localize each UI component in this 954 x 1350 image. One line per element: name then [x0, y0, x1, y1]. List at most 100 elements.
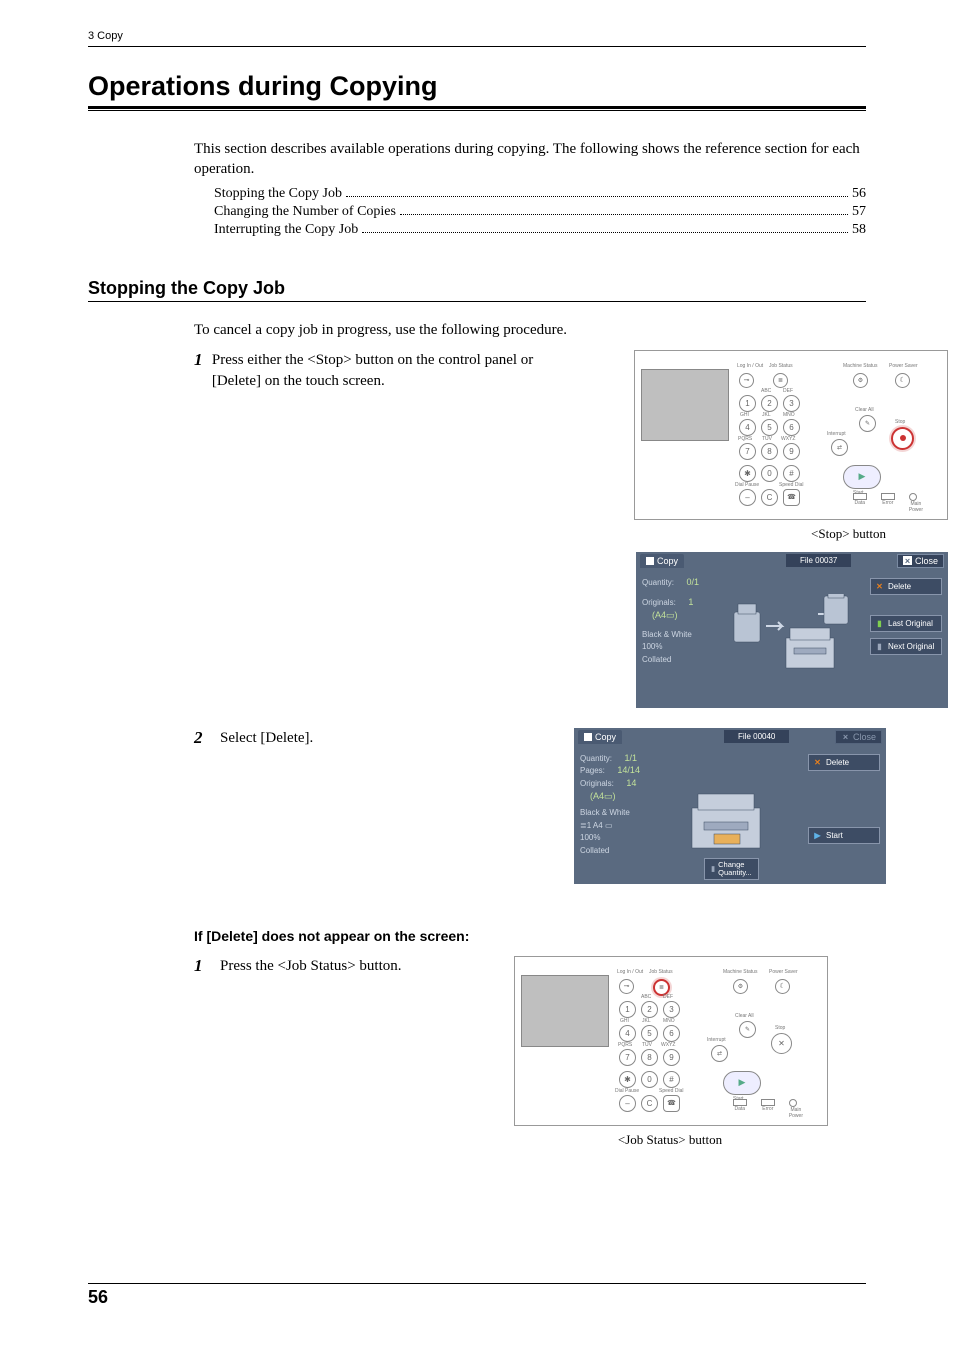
step-number: 1 [194, 956, 220, 977]
stop-button[interactable]: ✕ [771, 1033, 792, 1054]
keypad-star[interactable]: ✱ [739, 465, 756, 482]
ts-close-button[interactable]: × Close [897, 554, 944, 568]
keypad-9[interactable]: 9 [783, 443, 800, 460]
toc-title: Stopping the Copy Job [194, 186, 342, 202]
keypad-hash[interactable]: # [783, 465, 800, 482]
ts-delete-button[interactable]: ✕ Delete [808, 754, 880, 771]
led-error-label: Error [881, 500, 895, 506]
clear-button[interactable]: C [761, 489, 778, 506]
stop-button[interactable] [891, 427, 914, 450]
key-icon: ⊸ [744, 376, 750, 384]
keypad-2[interactable]: 2 [641, 1001, 658, 1018]
stop-label: Stop [775, 1025, 785, 1031]
keypad-9[interactable]: 9 [663, 1049, 680, 1066]
broom-icon: ✎ [745, 1026, 750, 1033]
ts-left-status: Quantity: 1/1 Pages: 14/14 Originals: 14… [580, 752, 640, 857]
subsection-rule [88, 301, 866, 302]
ts-last-original-button[interactable]: ▮ Last Original [870, 615, 942, 632]
interrupt-icon: ⇄ [837, 444, 842, 451]
keypad-star[interactable]: ✱ [619, 1071, 636, 1088]
toc-page: 57 [852, 204, 866, 220]
copy-icon [584, 733, 592, 741]
key-sublabel: GHI [740, 412, 749, 418]
keypad-6[interactable]: 6 [663, 1025, 680, 1042]
keypad-3[interactable]: 3 [783, 395, 800, 412]
stop-icon [900, 435, 906, 441]
touchscreen-figure-1: Copy File 00037 × Close Quantity: 0/1 Or… [636, 552, 948, 708]
keypad-1[interactable]: 1 [619, 1001, 636, 1018]
clearall-button[interactable]: ✎ [739, 1021, 756, 1038]
page-icon: ▮ [711, 865, 715, 873]
dialpause-label: Dial Pause [615, 1088, 639, 1094]
ts-change-quantity-button[interactable]: ▮ Change Quantity... [704, 858, 759, 880]
clear-button[interactable]: C [641, 1095, 658, 1112]
dialpause-button[interactable]: – [619, 1095, 636, 1112]
step-number: 1 [194, 350, 212, 392]
ts-btn-label: Delete [888, 582, 911, 591]
interrupt-label: Interrupt [827, 431, 846, 437]
x-icon: ✕ [813, 758, 822, 767]
keypad-3[interactable]: 3 [663, 1001, 680, 1018]
power-button[interactable]: ☾ [775, 979, 790, 994]
ts-file-label: File 00037 [786, 554, 851, 567]
speeddial-button[interactable]: ☎ [663, 1095, 680, 1112]
page-icon: ▮ [875, 642, 884, 651]
start-button[interactable]: ▶ [723, 1071, 761, 1095]
control-panel-figure-2: Log In / Out ⊸ Job Status ≣ Machine Stat… [514, 956, 828, 1126]
play-icon: ▶ [813, 831, 822, 840]
keypad-hash[interactable]: # [663, 1071, 680, 1088]
ts-close-label: Close [853, 732, 876, 742]
ts-start-button[interactable]: ▶ Start [808, 827, 880, 844]
keypad-5[interactable]: 5 [641, 1025, 658, 1042]
keypad-4[interactable]: 4 [619, 1025, 636, 1042]
ts-close-button: × Close [835, 730, 882, 744]
panel-display [641, 369, 729, 441]
step-text: Press the <Job Status> button. [220, 956, 402, 977]
broom-icon: ✎ [865, 420, 870, 427]
keypad-0[interactable]: 0 [761, 465, 778, 482]
power-label: Power Saver [889, 363, 918, 369]
start-button[interactable]: ▶ [843, 465, 881, 489]
keypad-7[interactable]: 7 [739, 443, 756, 460]
ts-lbl: Black & White [642, 630, 692, 639]
login-button[interactable]: ⊸ [739, 373, 754, 388]
key-sublabel: MNO [783, 412, 795, 418]
keypad-2[interactable]: 2 [761, 395, 778, 412]
led-error-label: Error [761, 1106, 775, 1112]
interrupt-button[interactable]: ⇄ [831, 439, 848, 456]
login-button[interactable]: ⊸ [619, 979, 634, 994]
ts-lbl: Quantity: [642, 578, 674, 587]
ts-tab[interactable]: Copy [578, 730, 622, 744]
ts-center-graphic [684, 786, 774, 856]
ts-btn-label: Delete [826, 758, 849, 767]
clearall-button[interactable]: ✎ [859, 415, 876, 432]
ts-file-label: File 00040 [724, 730, 789, 743]
subsection-intro: To cancel a copy job in progress, use th… [194, 320, 866, 340]
interrupt-icon: ⇄ [717, 1050, 722, 1057]
keypad-5[interactable]: 5 [761, 419, 778, 436]
interrupt-button[interactable]: ⇄ [711, 1045, 728, 1062]
machine-button[interactable]: ⚙ [733, 979, 748, 994]
keypad-7[interactable]: 7 [619, 1049, 636, 1066]
jobstatus-button[interactable]: ≣ [773, 373, 788, 388]
ts-next-original-button[interactable]: ▮ Next Original [870, 638, 942, 655]
keypad-4[interactable]: 4 [739, 419, 756, 436]
speeddial-button[interactable]: ☎ [783, 489, 800, 506]
keypad-8[interactable]: 8 [761, 443, 778, 460]
keypad-0[interactable]: 0 [641, 1071, 658, 1088]
stop-icon: ✕ [778, 1039, 785, 1048]
key-sublabel: WXYZ [781, 436, 795, 442]
keypad-1[interactable]: 1 [739, 395, 756, 412]
keypad-6[interactable]: 6 [783, 419, 800, 436]
ts-tab[interactable]: Copy [640, 554, 684, 568]
keypad-8[interactable]: 8 [641, 1049, 658, 1066]
ts-delete-button[interactable]: ✕ Delete [870, 578, 942, 595]
machine-button[interactable]: ⚙ [853, 373, 868, 388]
power-button[interactable]: ☾ [895, 373, 910, 388]
key-sublabel: JKL [642, 1018, 651, 1024]
ts-lbl: ≣1 A4 ▭ [580, 821, 613, 830]
machine-label: Machine Status [723, 969, 757, 975]
toc-page: 56 [852, 186, 866, 202]
dialpause-button[interactable]: – [739, 489, 756, 506]
ts-left-status: Quantity: 0/1 Originals: 1 (A4▭) Black &… [642, 576, 699, 666]
